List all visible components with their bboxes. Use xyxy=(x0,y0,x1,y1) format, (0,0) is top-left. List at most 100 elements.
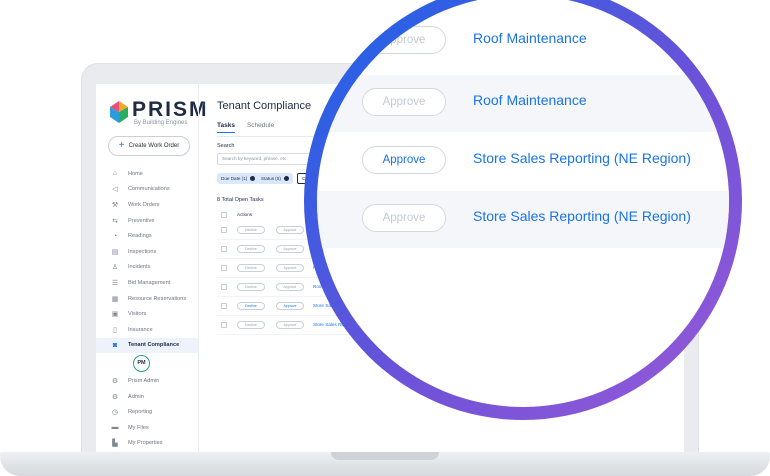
sidebar-item-my-files[interactable]: ▬ My Files xyxy=(96,420,198,436)
row-checkbox[interactable] xyxy=(221,246,227,252)
laptop-notch xyxy=(331,452,439,460)
avatar[interactable]: PM xyxy=(133,354,150,372)
zoom-row: Approve Store Sales Reporting (NE Region… xyxy=(317,133,729,190)
approve-button[interactable]: Approve xyxy=(276,302,304,310)
sidebar-item-label: Reporting xyxy=(128,409,153,416)
sidebar-item-preventive[interactable]: ⇆ Preventive xyxy=(96,213,198,229)
sidebar-item-label: Preventive xyxy=(128,217,155,224)
sidebar-item-label: Bid Management xyxy=(128,279,171,286)
sidebar-item-insurance[interactable]: ▯ Insurance xyxy=(96,322,198,338)
decline-button[interactable]: Decline xyxy=(237,264,265,272)
gear-icon: ⚙ xyxy=(111,393,119,401)
sidebar: PRISM By Building Engines ‹ + Create Wor… xyxy=(96,84,207,458)
sidebar-item-label: Inspections xyxy=(128,248,157,255)
clipboard-icon: ▤ xyxy=(111,248,119,256)
approve-button[interactable]: Approve xyxy=(276,264,304,272)
sidebar-item-inspections[interactable]: ▤ Inspections xyxy=(96,244,198,260)
sidebar-nav: ⌂ Home ◁ Communications ⚒ Work Orders ⇆ Prev… xyxy=(96,166,198,451)
filter-chip-due-date[interactable]: Due Date (1) xyxy=(217,173,260,184)
approve-button[interactable]: Approve xyxy=(276,321,304,329)
sidebar-item-communications[interactable]: ◁ Communications xyxy=(96,182,198,198)
plus-icon: + xyxy=(118,140,125,151)
tab-tasks[interactable]: Tasks xyxy=(217,122,235,133)
task-link[interactable]: Roof Maintenance xyxy=(473,92,587,108)
magnified-view: Approve Roof Maintenance Approve Roof Ma… xyxy=(317,0,729,407)
sidebar-item-label: Resource Reservations xyxy=(128,295,187,302)
list-icon: ☰ xyxy=(111,279,119,287)
sidebar-item-label: My Files xyxy=(128,424,149,431)
sidebar-item-label: Prism Admin xyxy=(128,377,160,384)
incident-icon: ♙ xyxy=(111,264,119,272)
sidebar-item-home[interactable]: ⌂ Home xyxy=(96,166,198,182)
home-icon: ⌂ xyxy=(112,170,118,178)
megaphone-icon: ◁ xyxy=(112,186,118,194)
chat-icon: ◙ xyxy=(112,341,118,349)
chart-icon: ◷ xyxy=(111,409,119,417)
sidebar-item-label: Admin xyxy=(128,393,144,400)
create-work-order-button[interactable]: + Create Work Order xyxy=(108,136,190,156)
approve-button[interactable]: Approve xyxy=(276,245,304,253)
decline-button[interactable]: Decline xyxy=(237,321,265,329)
sidebar-item-tenant-compliance[interactable]: ◙ Tenant Compliance xyxy=(96,337,198,354)
sidebar-item-visitors[interactable]: ▣ Visitors xyxy=(96,306,198,322)
sidebar-item-label: My Properties xyxy=(128,440,163,447)
logo-tagline: By Building Engines xyxy=(134,120,188,126)
approve-button[interactable]: Approve xyxy=(362,26,446,54)
prism-logo: PRISM By Building Engines xyxy=(110,98,207,128)
sidebar-item-label: Incidents xyxy=(128,264,151,271)
sidebar-item-admin[interactable]: ⚙ Admin xyxy=(96,389,198,405)
approve-button[interactable]: Approve xyxy=(362,204,446,232)
decline-button[interactable]: Decline xyxy=(237,226,265,234)
sidebar-item-label: Home xyxy=(128,170,143,177)
decline-button[interactable]: Decline xyxy=(237,302,265,310)
task-link[interactable]: Roof Maintenance xyxy=(473,30,587,46)
document-icon: ▯ xyxy=(113,326,117,334)
gauge-icon: ◔ xyxy=(112,232,118,240)
folder-icon: ▬ xyxy=(111,424,119,432)
approve-button[interactable]: Approve xyxy=(362,88,446,116)
sidebar-item-incidents[interactable]: ♙ Incidents xyxy=(96,260,198,276)
task-link[interactable]: Store Sales Reporting (NE Region) xyxy=(473,208,691,224)
approve-button[interactable]: Approve xyxy=(362,146,446,174)
close-icon[interactable] xyxy=(283,176,289,181)
row-checkbox[interactable] xyxy=(221,303,227,309)
sidebar-item-reporting[interactable]: ◷ Reporting xyxy=(96,404,198,420)
decline-button[interactable]: Decline xyxy=(237,245,265,253)
gear-icon: ⚙ xyxy=(111,377,119,385)
laptop-base xyxy=(0,452,770,476)
approve-button[interactable]: Approve xyxy=(276,283,304,291)
sidebar-item-label: Communications xyxy=(128,186,170,193)
sidebar-item-prism-admin[interactable]: ⚙ Prism Admin xyxy=(96,373,198,389)
tab-bar: Tasks Schedule xyxy=(217,122,274,133)
decline-button[interactable]: Decline xyxy=(237,283,265,291)
sidebar-item-readings[interactable]: ◔ Readings xyxy=(96,228,198,244)
approve-button[interactable]: Approve xyxy=(276,226,304,234)
magnifier-ring: Approve Roof Maintenance Approve Roof Ma… xyxy=(304,0,742,420)
task-link[interactable]: Store Sales Reporting (NE Region) xyxy=(473,150,691,166)
sidebar-item-label: Visitors xyxy=(128,311,147,318)
sidebar-item-label: Tenant Compliance xyxy=(128,342,180,349)
search-label: Search xyxy=(217,143,235,149)
filter-chip-label: Status (5) xyxy=(261,176,281,181)
close-icon[interactable] xyxy=(250,176,256,181)
wrench-icon: ⚒ xyxy=(111,201,119,209)
sidebar-item-work-orders[interactable]: ⚒ Work Orders xyxy=(96,197,198,213)
sidebar-item-resource-reservations[interactable]: ▦ Resource Reservations xyxy=(96,291,198,307)
badge-icon: ▣ xyxy=(111,311,119,319)
filter-chip-status[interactable]: Status (5) xyxy=(257,173,293,184)
tab-schedule[interactable]: Schedule xyxy=(247,122,274,133)
row-checkbox[interactable] xyxy=(221,227,227,233)
sidebar-item-my-properties[interactable]: ▙ My Properties xyxy=(96,436,198,452)
prism-logo-mark xyxy=(110,101,128,123)
create-work-order-label: Create Work Order xyxy=(128,143,180,149)
zoom-row: Approve Roof Maintenance xyxy=(317,17,729,74)
sidebar-item-label: Insurance xyxy=(128,326,153,333)
preventive-icon: ⇆ xyxy=(112,217,118,225)
filter-chip-label: Due Date (1) xyxy=(221,176,248,181)
row-checkbox[interactable] xyxy=(221,322,227,328)
row-checkbox[interactable] xyxy=(221,265,227,271)
row-checkbox[interactable] xyxy=(221,284,227,290)
select-all-checkbox[interactable] xyxy=(221,212,227,218)
sidebar-item-label: Work Orders xyxy=(128,201,160,208)
sidebar-item-bid-management[interactable]: ☰ Bid Management xyxy=(96,275,198,291)
